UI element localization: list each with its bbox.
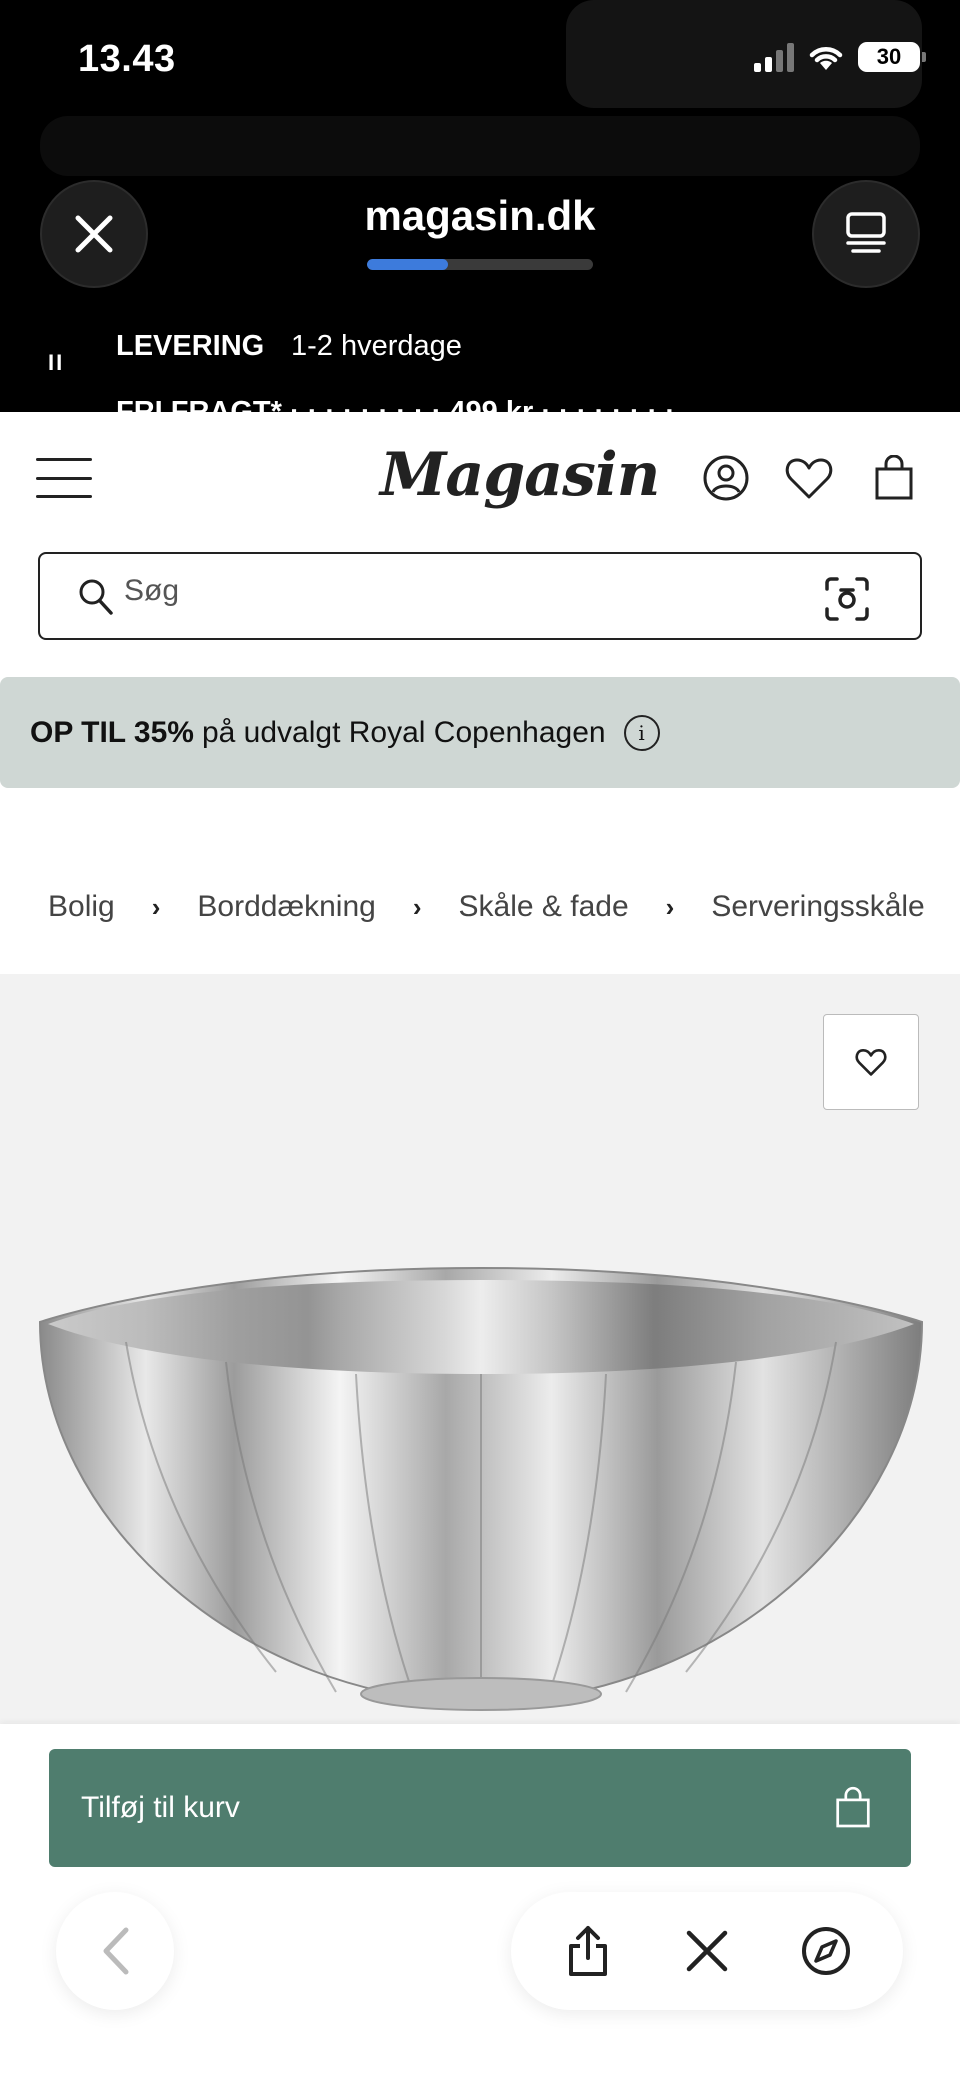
breadcrumb-item[interactable]: Serveringsskåle <box>711 890 924 924</box>
breadcrumb-item[interactable]: Bolig <box>48 890 115 924</box>
site-header: Magasin <box>0 412 960 542</box>
share-icon[interactable] <box>558 1921 618 1981</box>
breadcrumb-chevron-icon: › <box>412 891 422 922</box>
info-icon[interactable]: i <box>623 714 660 751</box>
bag-icon <box>836 1786 870 1828</box>
breadcrumb-chevron-icon: › <box>665 891 675 922</box>
delivery-ticker: II LEVERING 1-2 hverdage <box>0 322 960 378</box>
search-icon <box>79 579 113 615</box>
tabs-button[interactable] <box>812 180 920 288</box>
breadcrumb-item[interactable]: Borddækning <box>197 890 375 924</box>
visual-search-icon[interactable] <box>824 576 870 622</box>
search-input[interactable] <box>124 574 724 608</box>
ticker-value: 1-2 hverdage <box>291 330 462 362</box>
browser-chrome: 13.43 30 magasin.dk II LEVERING 1-2 hver… <box>0 0 960 412</box>
status-time: 13.43 <box>78 38 176 80</box>
add-to-cart-button[interactable]: Tilføj til kurv <box>49 1749 911 1867</box>
page-load-progress-fill <box>367 259 449 270</box>
back-button[interactable] <box>56 1892 174 2010</box>
add-to-wishlist-button[interactable] <box>823 1014 919 1110</box>
breadcrumb: Bolig › Borddækning › Skåle & fade › Ser… <box>48 890 925 924</box>
pause-icon[interactable]: II <box>48 350 64 376</box>
tabs-icon <box>846 212 886 253</box>
status-icons: 30 <box>754 42 926 72</box>
promo-banner[interactable]: OP TIL 35% på udvalgt Royal Copenhagen i <box>0 677 960 788</box>
promo-text: på udvalgt Royal Copenhagen <box>201 715 606 749</box>
wifi-icon <box>809 47 843 70</box>
site-logo[interactable]: Magasin <box>380 440 660 510</box>
page-load-progress <box>367 259 593 270</box>
breadcrumb-item[interactable]: Skåle & fade <box>459 890 629 924</box>
background-blur <box>40 116 920 176</box>
wishlist-icon[interactable] <box>781 450 837 506</box>
ticker-next-line: FRI FRAGT* · · · · · · · · · 499 kr · · … <box>116 398 936 412</box>
signal-icon <box>754 42 794 72</box>
battery-icon: 30 <box>858 42 926 72</box>
heart-icon <box>855 1048 887 1076</box>
compass-icon[interactable] <box>796 1921 856 1981</box>
account-icon[interactable] <box>698 450 754 506</box>
close-icon[interactable] <box>677 1921 737 1981</box>
browser-toolbar <box>511 1892 903 2010</box>
breadcrumb-chevron-icon: › <box>151 891 161 922</box>
promo-highlight: OP TIL 35% <box>30 715 194 749</box>
search-box[interactable] <box>38 552 922 640</box>
product-image-silver-bowl <box>38 1266 924 1711</box>
add-to-cart-label: Tilføj til kurv <box>81 1791 240 1824</box>
menu-icon[interactable] <box>36 458 92 498</box>
bag-icon[interactable] <box>866 450 922 506</box>
back-icon <box>103 1927 129 1975</box>
ticker-label: LEVERING <box>116 330 265 362</box>
